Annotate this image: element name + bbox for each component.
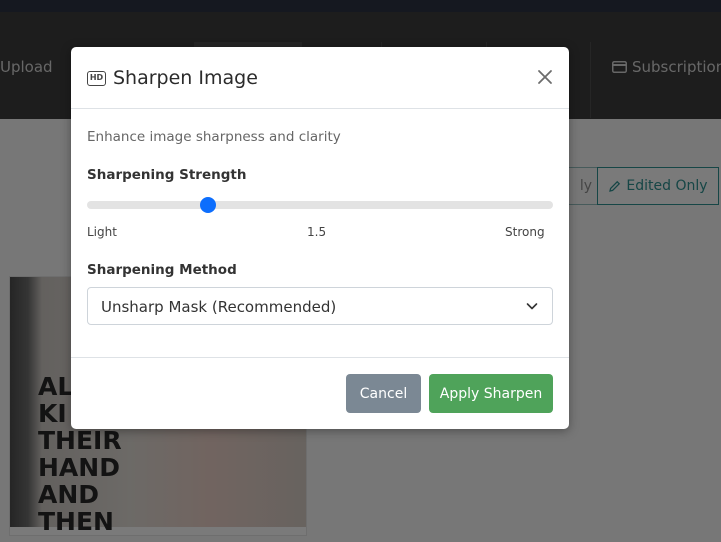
slider-min-label: Light xyxy=(87,225,117,239)
modal-footer: Cancel Apply Sharpen xyxy=(71,357,569,429)
modal-body: Enhance image sharpness and clarity Shar… xyxy=(71,109,569,357)
modal-title: HD Sharpen Image xyxy=(87,67,258,89)
slider-value-label: 1.5 xyxy=(307,225,327,239)
sharpen-image-modal: HD Sharpen Image Enhance image sharpness… xyxy=(71,47,569,429)
slider-max-label: Strong xyxy=(505,225,545,239)
slider-handle[interactable] xyxy=(200,197,217,213)
sharpening-method-select[interactable]: Unsharp Mask (Recommended) xyxy=(87,287,553,325)
modal-title-text: Sharpen Image xyxy=(113,67,258,89)
modal-header: HD Sharpen Image xyxy=(71,47,569,109)
hd-icon: HD xyxy=(87,70,106,86)
sharpening-strength-label: Sharpening Strength xyxy=(87,167,247,183)
sharpening-strength-slider[interactable] xyxy=(87,201,553,209)
chevron-down-icon xyxy=(526,303,538,310)
close-icon[interactable] xyxy=(536,68,554,86)
sharpening-method-label: Sharpening Method xyxy=(87,262,237,278)
cancel-button[interactable]: Cancel xyxy=(346,374,421,413)
apply-sharpen-button[interactable]: Apply Sharpen xyxy=(429,374,553,413)
selected-method: Unsharp Mask (Recommended) xyxy=(101,298,337,316)
modal-description: Enhance image sharpness and clarity xyxy=(87,129,341,145)
